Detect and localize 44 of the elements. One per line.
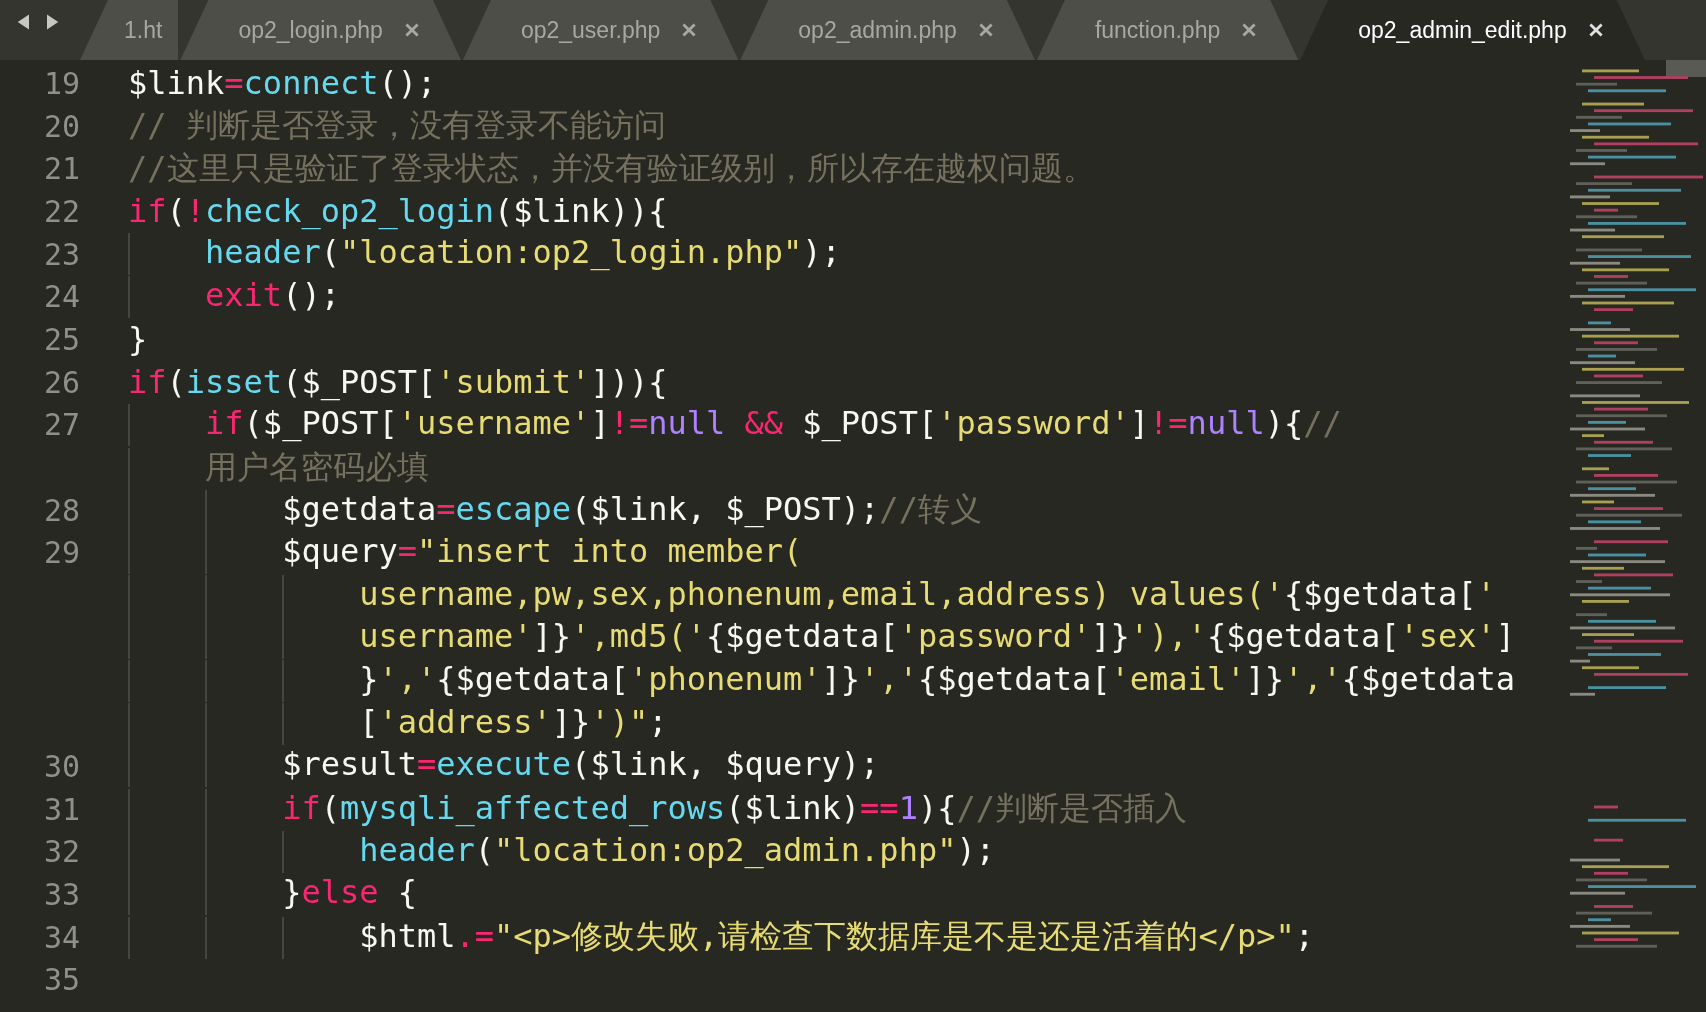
code-line: header("location:op2_admin.php"); bbox=[128, 830, 995, 873]
line-number: 30 bbox=[42, 748, 81, 784]
code-line: exit(); bbox=[128, 275, 340, 318]
code-line: username,pw,sex,phonenum,email,address) values('{$getdata[' bbox=[128, 574, 1496, 617]
line-number: 33 bbox=[42, 876, 81, 912]
code-line: $link=connect(); bbox=[128, 64, 437, 103]
line-number: 21 bbox=[42, 151, 81, 187]
code-line: if(!check_op2_login($link)){ bbox=[128, 192, 668, 231]
code-line: $getdata=escape($link, $_POST);//转义 bbox=[128, 488, 982, 533]
file-tab[interactable]: op2_admin.php bbox=[740, 0, 1035, 60]
line-number: 29 bbox=[42, 535, 81, 571]
code-line: if(isset($_POST['submit'])){ bbox=[128, 363, 668, 402]
code-line: username']}',md5('{$getdata['password']}'),'{$getdata['sex'] bbox=[128, 617, 1516, 660]
line-number: 35 bbox=[42, 962, 81, 998]
code-line: $query="insert into member( bbox=[128, 531, 803, 574]
line-number: 26 bbox=[42, 364, 81, 400]
code-line: //这里只是验证了登录状态，并没有验证级别，所以存在越权问题。 bbox=[128, 147, 1095, 189]
code-line: 用户名密码必填 bbox=[128, 445, 430, 490]
file-tab[interactable]: op2_login.php bbox=[180, 0, 461, 60]
line-number: 23 bbox=[42, 236, 81, 272]
line-number: 32 bbox=[42, 834, 81, 870]
code-line: if($_POST['username']!=null && $_POST['password']!=null){// bbox=[128, 403, 1342, 446]
code-line: $html.="<p>修改失败,请检查下数据库是不是还是活着的</p>"; bbox=[128, 915, 1314, 960]
code-line: }','{$getdata['phonenum']}','{$getdata['email']}','{$getdata bbox=[128, 659, 1516, 702]
line-number: 25 bbox=[42, 321, 81, 357]
code-line: if(mysqli_affected_rows($link)==1){//判断是否插入 bbox=[128, 787, 1187, 832]
line-number: 34 bbox=[42, 919, 81, 955]
line-number: 20 bbox=[42, 108, 81, 144]
file-tab[interactable]: op2_user.php bbox=[462, 0, 739, 60]
file-tab[interactable]: function.php bbox=[1036, 0, 1299, 60]
line-number: 31 bbox=[42, 791, 81, 827]
code-line: ['address']}')"; bbox=[128, 702, 668, 745]
code-line: // 判断是否登录，没有登录不能访问 bbox=[128, 105, 666, 147]
file-tab[interactable]: op2_admin_edit.php bbox=[1300, 0, 1645, 60]
code-line: } bbox=[128, 320, 148, 359]
file-tab[interactable]: 1.ht bbox=[80, 0, 179, 60]
code-line: }else { bbox=[128, 873, 417, 916]
code-line: header("location:op2_login.php"); bbox=[128, 233, 841, 276]
line-number: 22 bbox=[42, 193, 81, 229]
line-number: 28 bbox=[42, 492, 81, 528]
line-number: 24 bbox=[42, 279, 81, 315]
code-line: $result=execute($link, $query); bbox=[128, 745, 880, 788]
line-number: 27 bbox=[42, 407, 81, 443]
line-number: 19 bbox=[42, 65, 81, 101]
